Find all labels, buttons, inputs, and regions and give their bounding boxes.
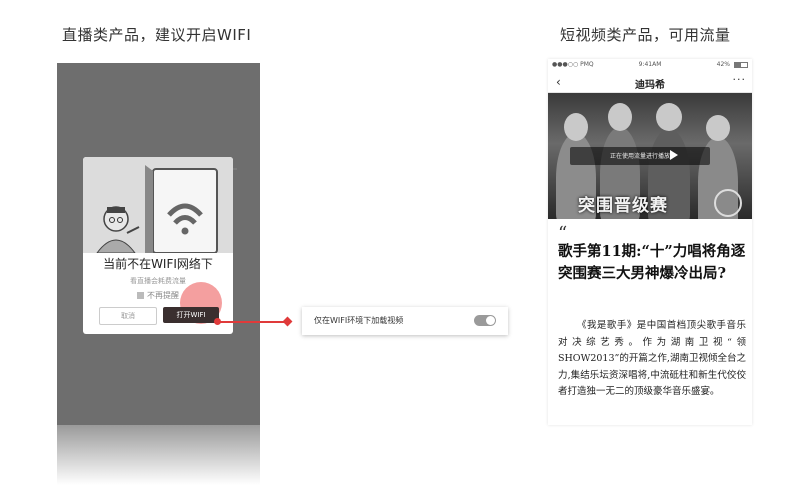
data-usage-tip: 正在使用流量进行播放 — [570, 147, 710, 165]
checkbox-icon[interactable] — [137, 292, 144, 299]
article-body: 《我是歌手》是中国首档顶尖歌手音乐对决综艺秀。作为湖南卫视“领SHOW2013”… — [558, 320, 746, 397]
video-player[interactable]: 正在使用流量进行播放 突围晋级赛 — [548, 93, 752, 219]
performer-head — [706, 115, 730, 141]
nav-title: 迪玛希 — [635, 80, 665, 91]
toggle-knob — [486, 316, 495, 325]
cancel-button[interactable]: 取消 — [99, 307, 157, 325]
wifi-only-video-setting: 仅在WIFI环境下加载视频 — [302, 307, 508, 335]
wifi-warning-dialog: 当前不在WIFI网络下 看直播会耗费流量 不再提醒 取消 打开WIFI — [83, 157, 233, 334]
performer-head — [608, 103, 632, 131]
battery-percent: 42% — [716, 61, 730, 68]
connector-start-dot — [214, 318, 221, 325]
performer-head — [564, 113, 588, 141]
left-section-title: 直播类产品，建议开启WIFI — [62, 26, 252, 44]
connector-line — [218, 321, 286, 323]
data-usage-tip-text: 正在使用流量进行播放 — [609, 153, 670, 160]
short-video-phone-mockup: ●●●○○ PMQ 9:41AM 42% ‹ 迪玛希 ··· 正在使用流量进行播… — [548, 59, 752, 425]
video-caption: 突围晋级赛 — [578, 196, 668, 216]
phone-reflection — [57, 425, 260, 485]
connector-end-diamond — [282, 316, 293, 327]
setting-label: 仅在WIFI环境下加载视频 — [314, 316, 404, 325]
right-section-title: 短视频类产品，可用流量 — [560, 26, 731, 44]
more-icon[interactable]: ··· — [733, 73, 747, 86]
no-remind-label: 不再提醒 — [147, 291, 179, 300]
battery-icon — [734, 62, 748, 68]
article-title: 歌手第11期:“十”力唱将角逐突围赛三大男神爆冷出局? — [558, 243, 746, 282]
performer-head — [656, 103, 682, 131]
show-logo-icon — [714, 189, 742, 217]
dialog-heading: 当前不在WIFI网络下 — [103, 257, 213, 271]
status-bar: ●●●○○ PMQ 9:41AM 42% — [548, 59, 752, 71]
setting-toggle[interactable] — [474, 315, 496, 326]
live-app-phone-mockup: 当前不在WIFI网络下 看直播会耗费流量 不再提醒 取消 打开WIFI — [57, 63, 260, 425]
open-wifi-button[interactable]: 打开WIFI — [163, 307, 219, 323]
play-icon[interactable] — [670, 150, 678, 160]
nav-bar: ‹ 迪玛希 ··· — [548, 72, 752, 93]
wifi-router-illustration — [96, 165, 218, 253]
wifi-illustration — [83, 157, 233, 253]
